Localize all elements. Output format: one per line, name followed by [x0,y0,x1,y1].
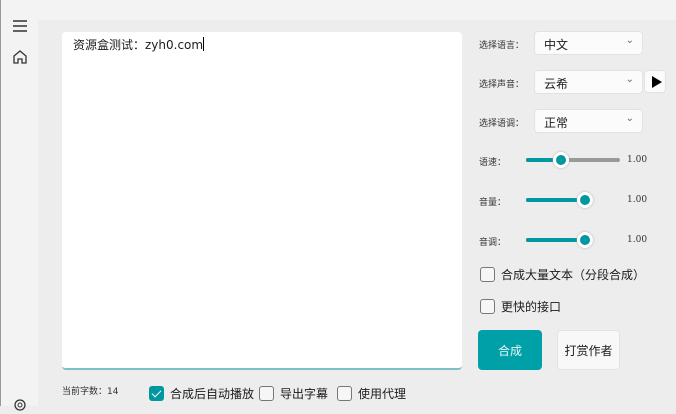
char-count: 当前字数：14 [62,387,119,397]
autoplay-label: 合成后自动播放 [170,387,255,401]
chevron-down-icon: ⌄ [625,74,634,85]
speed-thumb[interactable] [552,152,569,168]
text-input[interactable]: 资源盒测试：zyh0.com [62,32,462,370]
speed-label: 语速： [479,158,507,168]
style-dropdown[interactable]: 正常 ⌄ [534,109,643,133]
checkbox-box[interactable] [337,386,352,401]
text-caret [203,37,205,51]
subtitles-label: 导出字幕 [280,387,329,401]
text-content: 资源盒测试：zyh0.com [73,38,204,52]
chevron-down-icon: ⌄ [625,113,634,124]
fast-api-label: 更快的接口 [501,300,562,314]
settings-icon[interactable] [11,396,29,414]
batch-checkbox[interactable]: 合成大量文本（分段合成） [480,266,645,283]
autoplay-checkbox[interactable]: 合成后自动播放 [149,385,254,402]
donate-button[interactable]: 打赏作者 [557,330,620,370]
proxy-label: 使用代理 [358,387,407,401]
home-icon[interactable] [11,48,29,66]
checkbox-box[interactable] [480,299,495,314]
style-label: 选择语调： [479,119,525,129]
proxy-checkbox[interactable]: 使用代理 [337,385,406,402]
subtitles-checkbox[interactable]: 导出字幕 [259,385,328,402]
checkbox-box[interactable] [480,267,495,282]
pitch-value: 1.00 [627,235,648,245]
speed-value: 1.00 [627,155,648,165]
language-label: 选择语言： [479,41,525,51]
chevron-down-icon: ⌄ [625,35,634,46]
volume-value: 1.00 [627,195,648,205]
language-dropdown[interactable]: 中文 ⌄ [534,31,643,55]
volume-label: 音量： [479,198,507,208]
voice-value: 云希 [544,77,569,91]
pitch-slider[interactable] [526,232,594,248]
style-value: 正常 [544,116,569,130]
volume-thumb[interactable] [577,192,594,208]
fast-api-checkbox[interactable]: 更快的接口 [480,298,561,315]
checkbox-box[interactable] [259,386,274,401]
language-value: 中文 [544,38,569,52]
checkbox-box[interactable] [149,386,164,401]
voice-dropdown[interactable]: 云希 ⌄ [534,70,643,94]
menu-icon[interactable] [11,17,29,35]
pitch-label: 音调： [479,238,507,248]
play-preview-button[interactable] [644,70,666,93]
synthesize-button[interactable]: 合成 [478,330,542,370]
volume-slider[interactable] [526,192,594,208]
voice-label: 选择声音： [479,80,525,90]
batch-label: 合成大量文本（分段合成） [501,268,646,282]
title-bar [38,0,676,20]
speed-slider[interactable] [526,152,620,168]
pitch-thumb[interactable] [577,232,594,248]
sidebar [0,0,38,411]
